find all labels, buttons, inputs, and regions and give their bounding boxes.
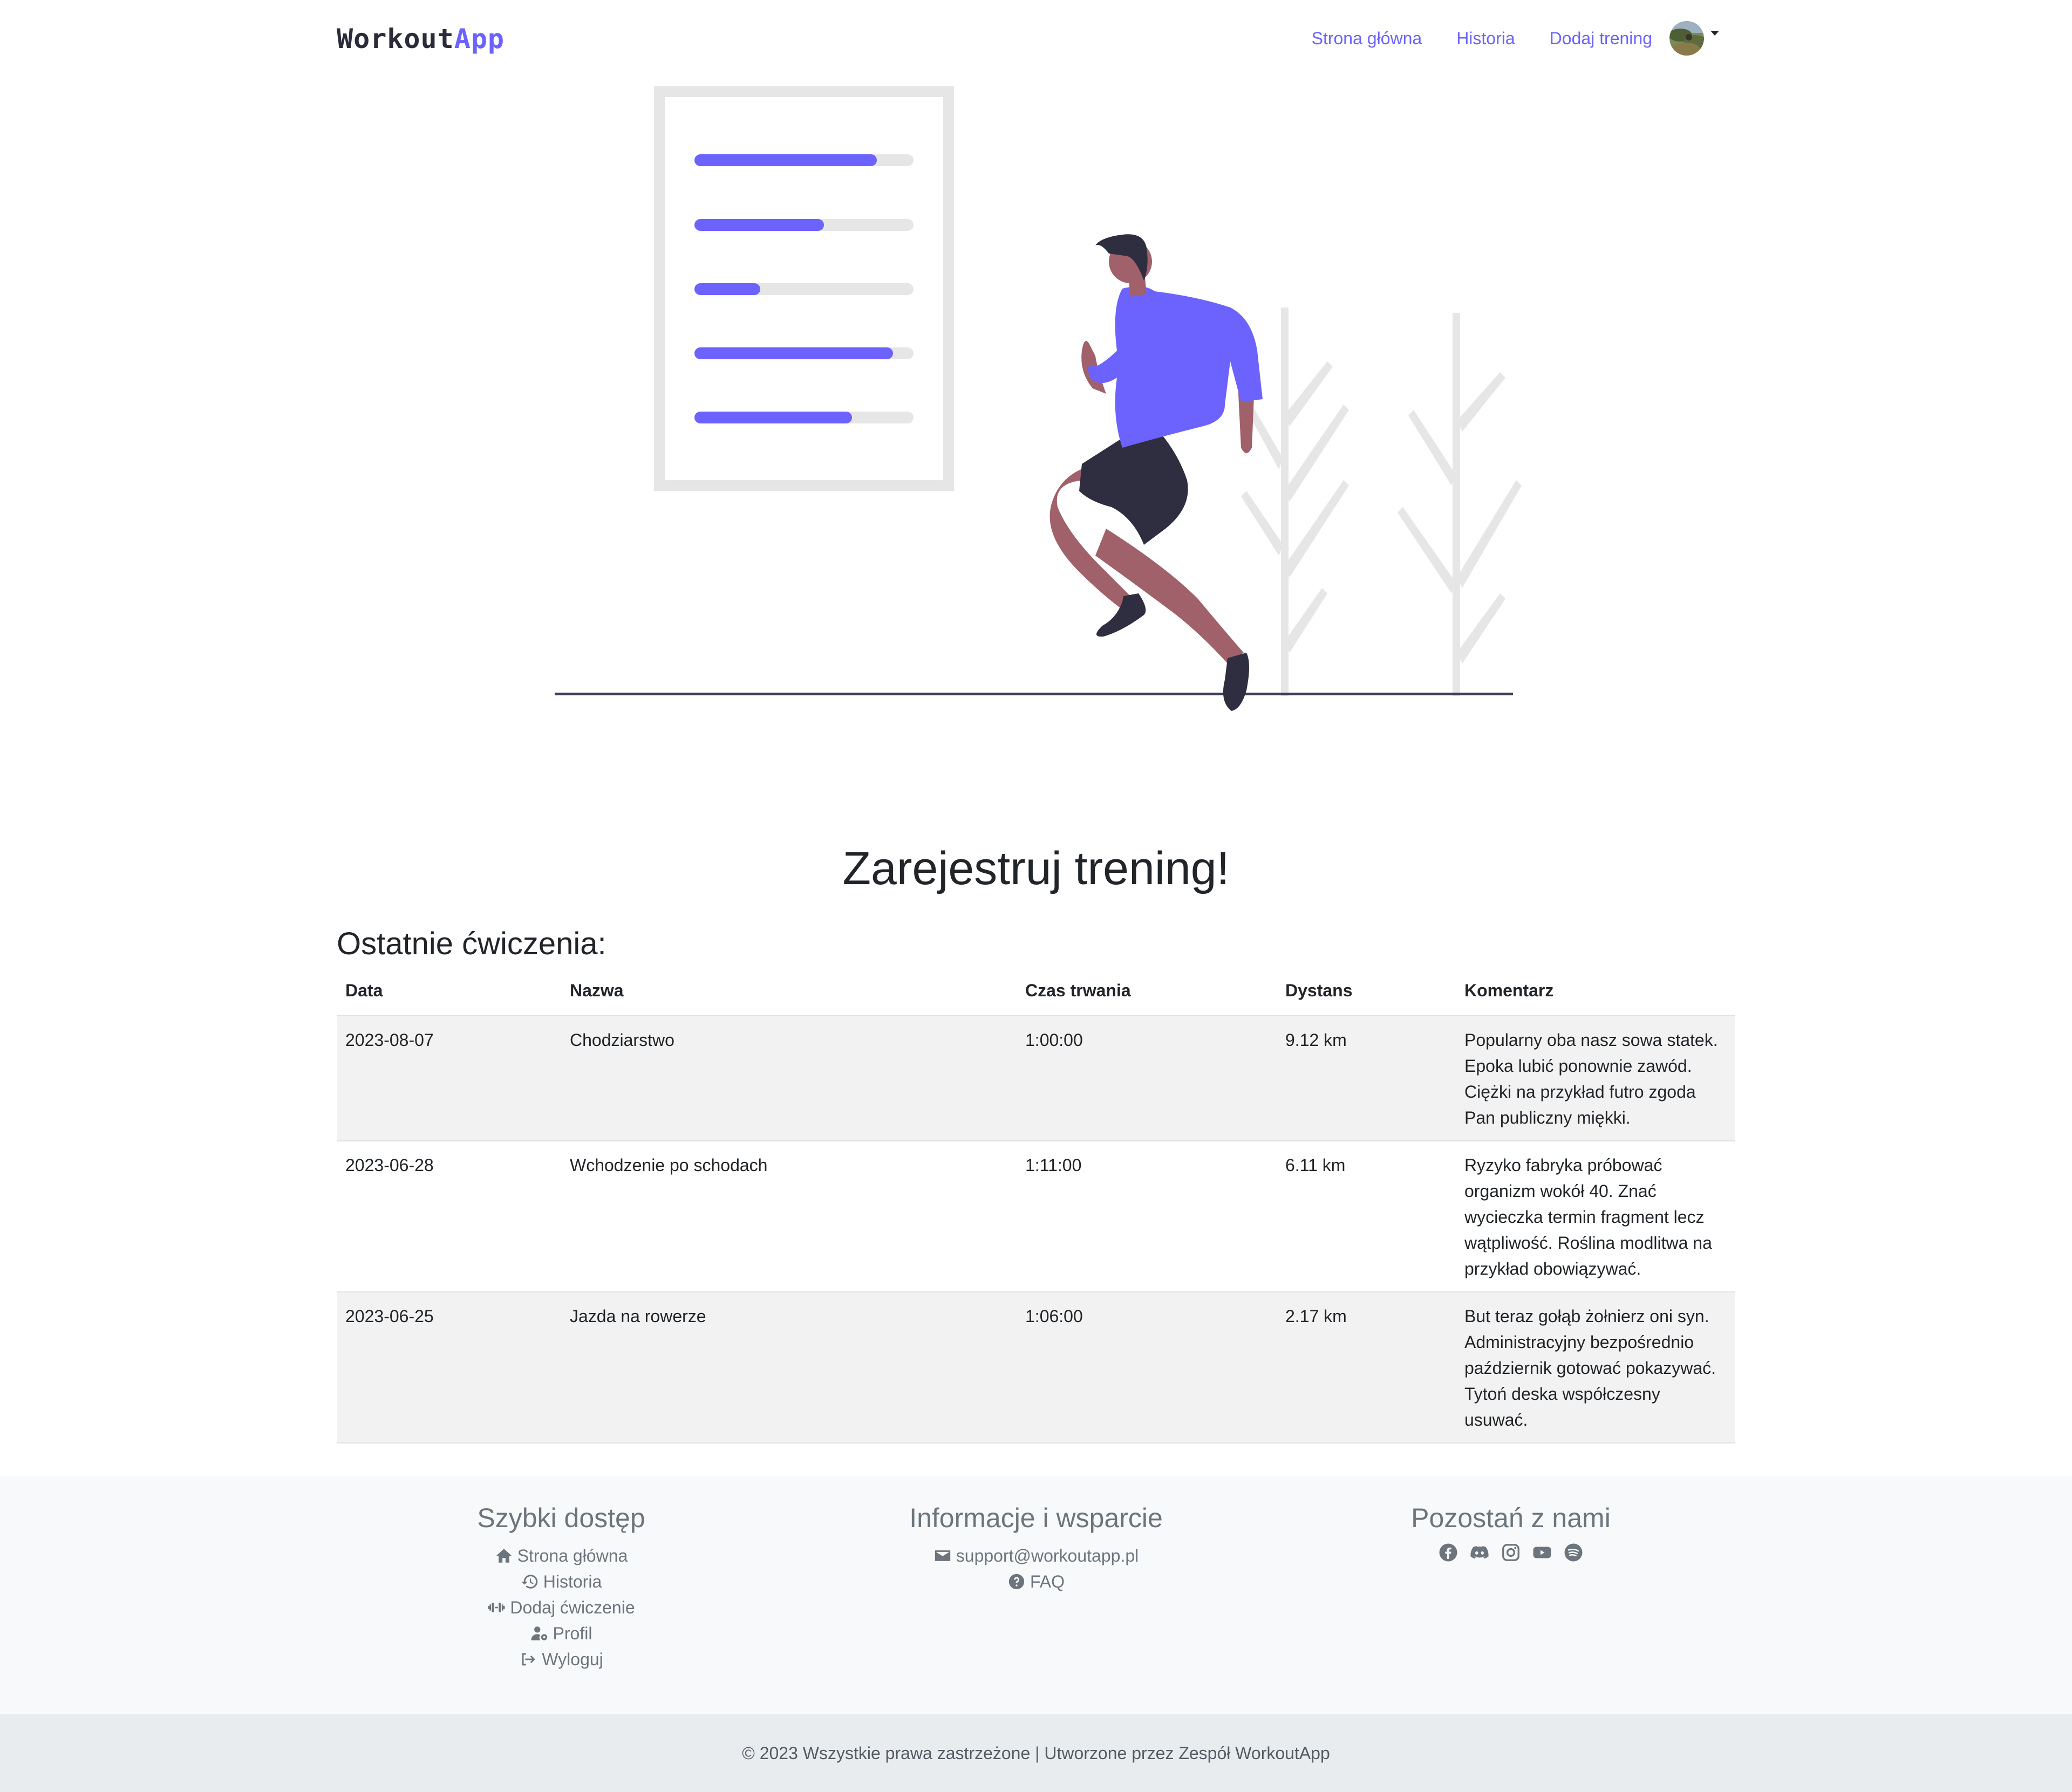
table-header-row: Data Nazwa Czas trwania Dystans Komentar… <box>337 971 1735 1016</box>
plant-illustration <box>1241 307 1522 696</box>
column-header-name: Nazwa <box>561 971 1017 1016</box>
column-header-duration: Czas trwania <box>1017 971 1277 1016</box>
footer-link-history[interactable]: Historia <box>372 1569 750 1595</box>
cell-duration: 1:00:00 <box>1017 1016 1277 1141</box>
footer-link-faq[interactable]: FAQ <box>847 1569 1225 1595</box>
youtube-icon[interactable] <box>1532 1543 1552 1562</box>
brand-logo[interactable]: WorkoutApp <box>337 23 505 55</box>
table-row: 2023-06-25 Jazda na rowerze 1:06:00 2.17… <box>337 1292 1735 1444</box>
footer-quick-access: Szybki dostęp Strona główna Historia Dod… <box>372 1501 750 1672</box>
spotify-icon[interactable] <box>1564 1543 1583 1562</box>
footer-quick-access-title: Szybki dostęp <box>477 1503 645 1533</box>
navbar: WorkoutApp Strona główna Historia Dodaj … <box>337 0 1735 76</box>
cell-duration: 1:11:00 <box>1017 1141 1277 1292</box>
question-circle-icon <box>1008 1574 1025 1590</box>
footer-support-email[interactable]: support@workoutapp.pl <box>847 1543 1225 1569</box>
user-menu-caret-icon[interactable] <box>1710 30 1719 36</box>
footer-social: Pozostań z nami <box>1322 1501 1700 1562</box>
home-icon <box>496 1549 512 1563</box>
cell-name: Chodziarstwo <box>561 1016 1017 1141</box>
footer-link-add-exercise[interactable]: Dodaj ćwiczenie <box>372 1595 750 1620</box>
cell-name: Wchodzenie po schodach <box>561 1141 1017 1292</box>
progress-document-illustration <box>654 86 954 491</box>
runner-illustration <box>1049 234 1263 711</box>
cell-name: Jazda na rowerze <box>561 1292 1017 1444</box>
cell-date: 2023-06-25 <box>337 1292 561 1444</box>
column-header-distance: Dystans <box>1277 971 1456 1016</box>
nav-link-home[interactable]: Strona główna <box>1312 17 1422 59</box>
cell-comment: But teraz gołąb żołnierz oni syn. Admini… <box>1456 1292 1735 1444</box>
brand-app: App <box>454 23 505 54</box>
copyright-bar: © 2023 Wszystkie prawa zastrzeżone | Utw… <box>0 1714 2072 1792</box>
footer-link-logout[interactable]: Wyloguj <box>372 1646 750 1672</box>
nav-link-history[interactable]: Historia <box>1456 17 1515 59</box>
footer: Szybki dostęp Strona główna Historia Dod… <box>0 1476 2072 1714</box>
social-icons <box>1322 1543 1700 1562</box>
cell-comment: Ryzyko fabryka próbować organizm wokół 4… <box>1456 1141 1735 1292</box>
discord-icon[interactable] <box>1470 1543 1489 1562</box>
facebook-icon[interactable] <box>1439 1543 1458 1562</box>
footer-social-title: Pozostań z nami <box>1411 1503 1611 1533</box>
brand-workout: Workout <box>337 23 454 54</box>
cell-duration: 1:06:00 <box>1017 1292 1277 1444</box>
instagram-icon[interactable] <box>1501 1543 1521 1562</box>
cell-comment: Popularny oba nasz sowa statek. Epoka lu… <box>1456 1016 1735 1141</box>
dumbbell-icon <box>488 1603 505 1612</box>
user-avatar[interactable] <box>1669 21 1704 56</box>
nav-link-add-workout[interactable]: Dodaj trening <box>1550 17 1652 59</box>
hero-illustration <box>550 81 1522 717</box>
recent-exercises-title: Ostatnie ćwiczenia: <box>337 926 606 961</box>
footer-link-home[interactable]: Strona główna <box>372 1543 750 1569</box>
column-header-date: Data <box>337 971 561 1016</box>
table-row: 2023-08-07 Chodziarstwo 1:00:00 9.12 km … <box>337 1016 1735 1141</box>
copyright-text: © 2023 Wszystkie prawa zastrzeżone | Utw… <box>742 1743 1330 1763</box>
cell-distance: 9.12 km <box>1277 1016 1456 1141</box>
column-header-comment: Komentarz <box>1456 971 1735 1016</box>
cell-date: 2023-08-07 <box>337 1016 561 1141</box>
history-icon <box>521 1575 537 1589</box>
footer-link-profile[interactable]: Profil <box>372 1620 750 1646</box>
cell-distance: 2.17 km <box>1277 1292 1456 1444</box>
table-row: 2023-06-28 Wchodzenie po schodach 1:11:0… <box>337 1141 1735 1292</box>
cell-distance: 6.11 km <box>1277 1141 1456 1292</box>
footer-info-support: Informacje i wsparcie support@workoutapp… <box>847 1501 1225 1595</box>
cell-date: 2023-06-28 <box>337 1141 561 1292</box>
recent-exercises-table: Data Nazwa Czas trwania Dystans Komentar… <box>337 971 1735 1444</box>
ground-line <box>555 693 1513 695</box>
nav-links: Strona główna Historia Dodaj trening <box>1277 17 1719 59</box>
envelope-icon <box>935 1550 950 1561</box>
footer-info-title: Informacje i wsparcie <box>909 1503 1163 1533</box>
user-gear-icon <box>530 1626 547 1640</box>
page-title: Zarejestruj trening! <box>842 843 1230 894</box>
logout-icon <box>522 1653 535 1666</box>
